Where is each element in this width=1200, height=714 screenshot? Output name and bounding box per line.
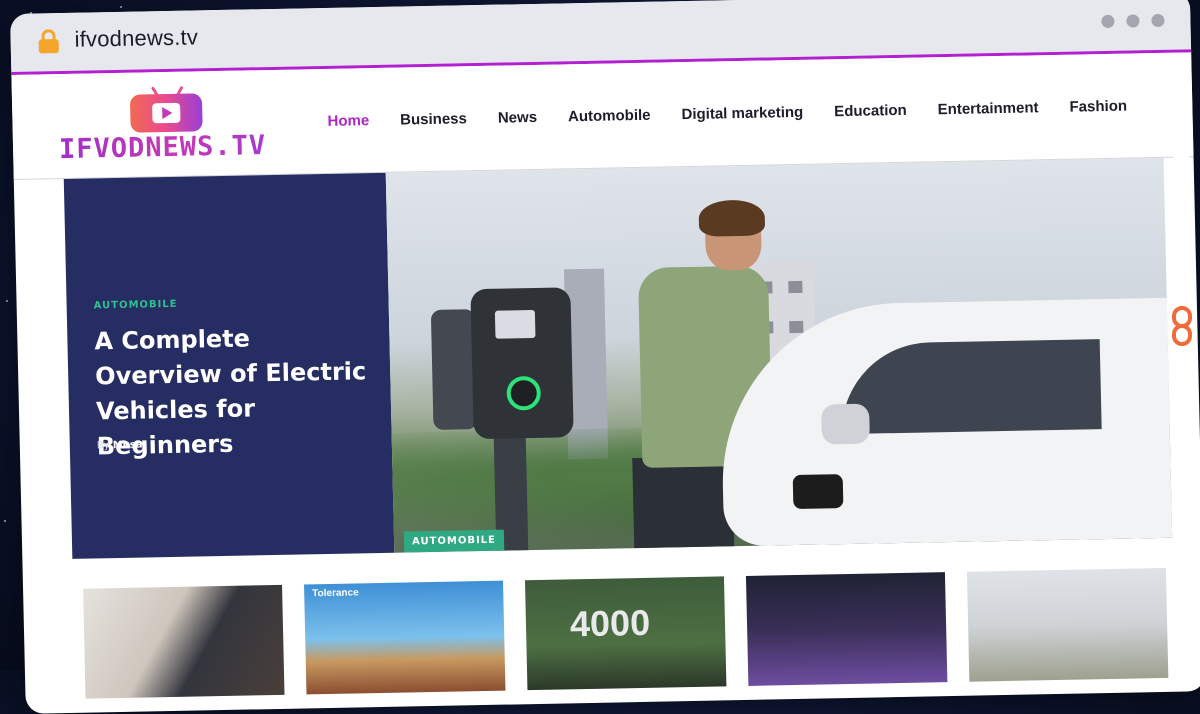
- nav-item-business[interactable]: Business: [400, 110, 467, 128]
- post-thumbnail[interactable]: 4000: [524, 576, 727, 691]
- nav-item-home[interactable]: Home: [327, 112, 369, 130]
- thumbnail-text: Tolerance: [312, 587, 359, 600]
- hero-image-ev-charging[interactable]: AUTOMOBILE: [385, 157, 1173, 553]
- hero-category-label[interactable]: AUTOMOBILE: [94, 299, 178, 312]
- main-nav: Home Business News Automobile Digital ma…: [327, 97, 1158, 130]
- thumbnail-text: 4000: [569, 601, 651, 645]
- ev-charger-illustration: [430, 287, 576, 553]
- window-dot-icon[interactable]: [1126, 14, 1140, 28]
- address-bar-url[interactable]: ifvodnews.tv: [74, 24, 198, 52]
- post-thumbnail[interactable]: [745, 572, 948, 686]
- tv-play-icon: [129, 93, 203, 133]
- hero-byline: By Musa: [97, 440, 143, 452]
- chain-link-icon: [1170, 306, 1194, 348]
- post-thumbnail[interactable]: [966, 567, 1169, 682]
- post-thumbnails-row: Tolerance 4000: [83, 567, 1186, 709]
- post-thumbnail[interactable]: [83, 584, 285, 699]
- window-dot-icon[interactable]: [1151, 13, 1165, 28]
- guestpostlinks-badge: GUESTPOSTLINKS: [1170, 75, 1194, 300]
- hero-featured-post[interactable]: AUTOMOBILE A Complete Overview of Electr…: [63, 157, 1173, 559]
- image-category-tag[interactable]: AUTOMOBILE: [403, 529, 505, 553]
- nav-item-digital-marketing[interactable]: Digital marketing: [681, 104, 803, 123]
- byline-prefix: By: [96, 440, 110, 452]
- nav-item-education[interactable]: Education: [834, 102, 907, 120]
- nav-item-automobile[interactable]: Automobile: [568, 107, 651, 126]
- window-controls: [1101, 13, 1165, 29]
- nav-item-fashion[interactable]: Fashion: [1069, 98, 1127, 116]
- hero-text-panel: AUTOMOBILE A Complete Overview of Electr…: [63, 172, 395, 559]
- author-name[interactable]: Musa: [113, 440, 143, 452]
- nav-item-news[interactable]: News: [498, 109, 538, 127]
- logo-wordmark: IFVODNEWS.TV: [59, 129, 300, 165]
- window-dot-icon[interactable]: [1101, 14, 1115, 29]
- site-logo[interactable]: IFVODNEWS.TV: [58, 84, 290, 168]
- nav-item-entertainment[interactable]: Entertainment: [938, 99, 1039, 118]
- lock-icon: [38, 29, 59, 54]
- post-thumbnail[interactable]: Tolerance: [304, 580, 506, 695]
